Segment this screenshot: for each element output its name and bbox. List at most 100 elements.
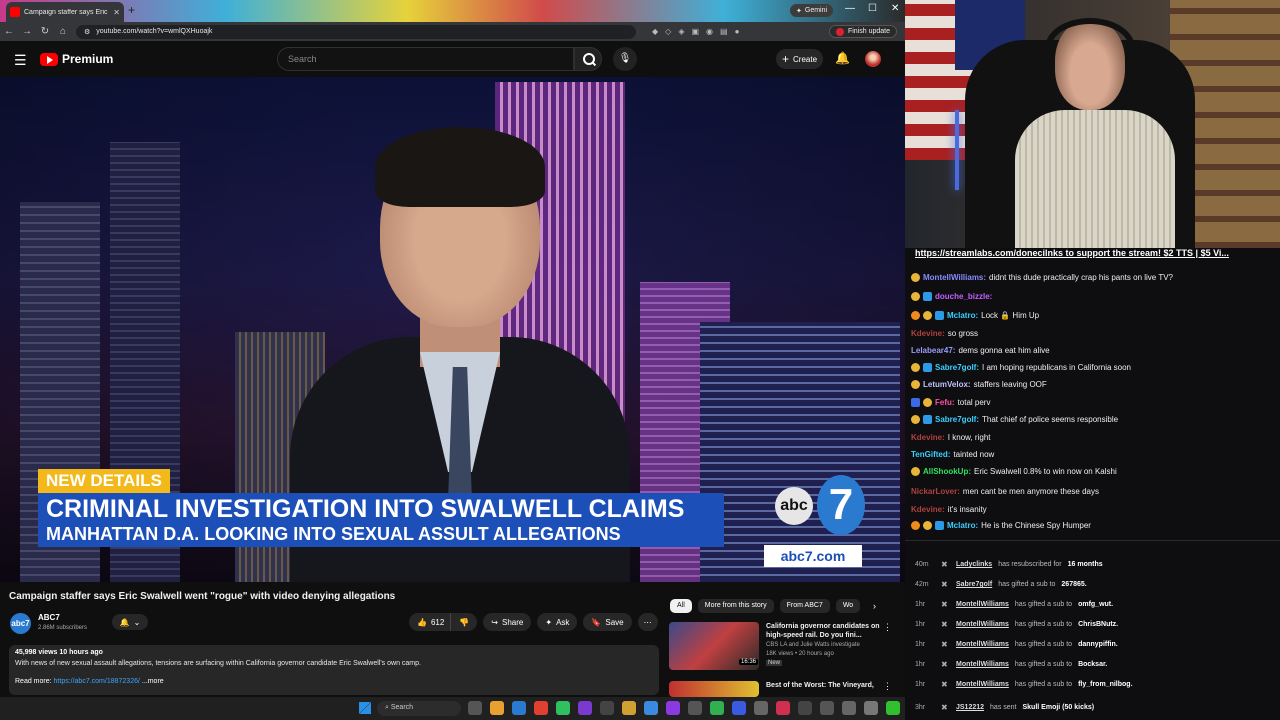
chat-username[interactable]: Kdevine: [911, 433, 945, 442]
close-tab-icon[interactable]: ✕ [113, 8, 120, 17]
app-icon[interactable] [556, 701, 570, 715]
gemini-button[interactable]: ✦ Gemini [790, 4, 834, 17]
event-username[interactable]: MontellWilliams [956, 681, 1009, 688]
finish-update-button[interactable]: Finish update [828, 25, 897, 38]
related-title[interactable]: California governor candidates on high-s… [766, 622, 881, 640]
app-icon[interactable] [864, 701, 878, 715]
ask-button[interactable]: ✦ Ask [537, 613, 578, 631]
chat-username[interactable]: TenGifted: [911, 450, 950, 459]
app-icon[interactable] [732, 701, 746, 715]
more-actions-button[interactable]: ⋯ [637, 613, 658, 631]
app-icon[interactable] [754, 701, 768, 715]
chat-username[interactable]: douche_bizzle: [935, 292, 992, 301]
chip-all[interactable]: All [670, 599, 692, 613]
event-username[interactable]: JS12212 [956, 704, 984, 711]
share-button[interactable]: ↪ Share [483, 613, 532, 631]
chat-username[interactable]: LetumVelox: [923, 380, 971, 389]
event-username[interactable]: Ladyclinks [956, 561, 992, 568]
extension-icon[interactable]: ◉ [706, 27, 713, 36]
app-icon[interactable] [776, 701, 790, 715]
chat-username[interactable]: Sabre7golf: [935, 363, 979, 372]
video-player[interactable]: NEW DETAILS CRIMINAL INVESTIGATION INTO … [0, 77, 905, 582]
description-box[interactable]: 45,998 views 10 hours ago With news of n… [9, 645, 659, 695]
more-vertical-icon[interactable]: ⋮ [883, 622, 892, 633]
forward-icon[interactable]: → [18, 26, 36, 37]
related-thumbnail[interactable] [669, 681, 759, 697]
app-icon[interactable] [600, 701, 614, 715]
event-username[interactable]: MontellWilliams [956, 641, 1009, 648]
app-icon[interactable] [886, 701, 900, 715]
event-username[interactable]: MontellWilliams [956, 601, 1009, 608]
app-icon[interactable] [644, 701, 658, 715]
extension-icon[interactable]: ▣ [691, 27, 699, 36]
chat-username[interactable]: Kdevine: [911, 505, 945, 514]
dislike-button[interactable]: 👎 [451, 613, 478, 631]
description-link[interactable]: https://abc7.com/18872326/ [54, 678, 140, 685]
chat-username[interactable]: Kdevine: [911, 329, 945, 338]
extension-icon[interactable]: ◇ [665, 27, 671, 36]
chat-username[interactable]: Mclatro: [947, 311, 978, 320]
browser-tab[interactable]: Campaign staffer says Eric ✕ [6, 2, 124, 22]
channel-avatar[interactable]: abc7 [10, 613, 31, 634]
chat-username[interactable]: NickarLover: [911, 487, 960, 496]
related-video[interactable]: Best of the Worst: The Vineyard, ⋮ [669, 681, 897, 697]
chrome-icon[interactable] [534, 701, 548, 715]
like-button[interactable]: 👍 612 [409, 613, 452, 631]
account-avatar[interactable] [865, 51, 881, 67]
chat-username[interactable]: Sabre7golf: [935, 415, 979, 424]
site-info-icon[interactable]: ⚙ [84, 28, 90, 36]
menu-icon[interactable]: ☰ [14, 52, 27, 69]
chat-username[interactable]: AllShookUp: [923, 467, 971, 476]
app-icon[interactable] [622, 701, 636, 715]
windows-start-icon[interactable] [359, 702, 371, 714]
chip-from-abc7[interactable]: From ABC7 [779, 599, 830, 613]
chat-username[interactable]: Lelabear47: [911, 346, 955, 355]
more-vertical-icon[interactable]: ⋮ [883, 681, 892, 692]
microphone-icon[interactable]: 🎙 [613, 47, 637, 71]
profile-icon[interactable]: ● [735, 27, 740, 36]
home-icon[interactable]: ⌂ [54, 26, 72, 37]
related-video[interactable]: 16:36 California governor candidates on … [669, 622, 897, 672]
create-button[interactable]: + Create [776, 49, 824, 69]
event-username[interactable]: Sabre7golf [956, 581, 992, 588]
youtube-logo[interactable]: Premium [40, 52, 113, 66]
notifications-bell-icon[interactable]: 🔔 [835, 51, 850, 65]
chevron-right-icon[interactable]: › [873, 601, 876, 611]
extension-icon[interactable]: ◈ [678, 27, 684, 36]
back-icon[interactable]: ← [0, 26, 18, 37]
chip-more-from-story[interactable]: More from this story [697, 599, 774, 613]
chat-username[interactable]: MontellWilliams: [923, 273, 986, 282]
app-icon[interactable] [842, 701, 856, 715]
close-window-icon[interactable]: ✕ [891, 3, 899, 14]
app-icon[interactable] [512, 701, 526, 715]
search-icon[interactable] [574, 47, 602, 71]
more-link[interactable]: ...more [142, 678, 164, 685]
chat-banner-link[interactable]: https://streamlabs.com/donecilnks to sup… [915, 248, 1275, 260]
chip-overflow[interactable]: Wo [835, 599, 861, 613]
reload-icon[interactable]: ↻ [36, 26, 54, 37]
subscribed-bell-button[interactable]: 🔔 ⌄ [112, 614, 148, 630]
search-input[interactable]: Search [277, 47, 574, 71]
app-icon[interactable] [820, 701, 834, 715]
extension-icon[interactable]: ◆ [652, 27, 658, 36]
channel-name[interactable]: ABC7 [38, 613, 60, 622]
spotify-icon[interactable] [710, 701, 724, 715]
chat-username[interactable]: Mclatro: [947, 521, 978, 530]
app-icon[interactable] [468, 701, 482, 715]
app-icon[interactable] [688, 701, 702, 715]
new-tab-icon[interactable]: + [128, 3, 135, 17]
app-icon[interactable] [578, 701, 592, 715]
app-icon[interactable] [666, 701, 680, 715]
url-bar[interactable]: ⚙ youtube.com/watch?v=wmlQXHuoajk [76, 24, 636, 39]
extension-icon[interactable]: ▤ [720, 27, 728, 36]
minimize-icon[interactable]: — [845, 3, 855, 14]
event-username[interactable]: MontellWilliams [956, 621, 1009, 628]
maximize-icon[interactable]: ☐ [868, 3, 877, 14]
event-username[interactable]: MontellWilliams [956, 661, 1009, 668]
folder-icon[interactable] [490, 701, 504, 715]
related-title[interactable]: Best of the Worst: The Vineyard, [766, 681, 881, 690]
chat-username[interactable]: Fefu: [935, 398, 955, 407]
save-button[interactable]: 🔖 Save [583, 613, 632, 631]
app-icon[interactable] [798, 701, 812, 715]
taskbar-search[interactable]: ⌕ Search [377, 701, 461, 716]
